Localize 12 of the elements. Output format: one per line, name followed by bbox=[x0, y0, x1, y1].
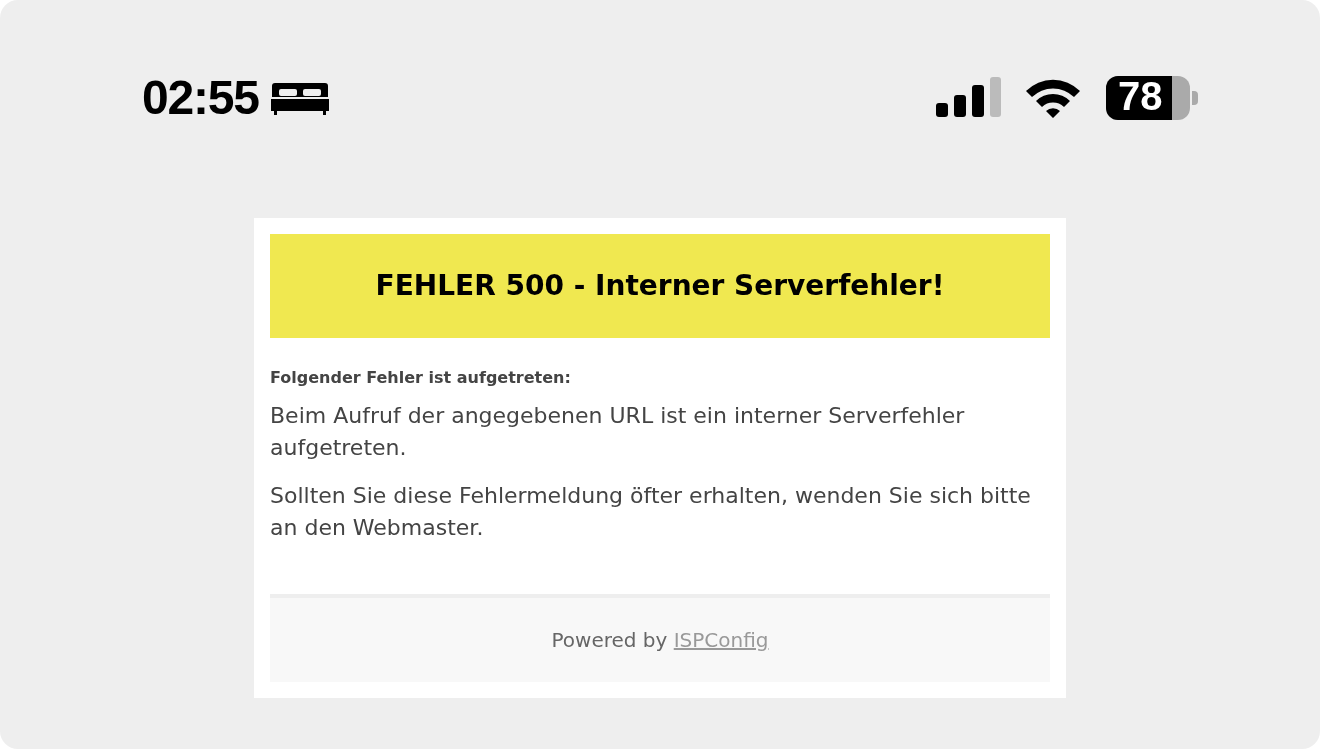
clock-time: 02:55 bbox=[142, 74, 259, 122]
error-message: Sollten Sie diese Fehlermeldung öfter erhalten, wenden Sie sich bitte an den Webmaster. bbox=[270, 482, 1032, 542]
battery-icon bbox=[1106, 76, 1198, 120]
wifi-icon bbox=[1024, 77, 1082, 119]
footer-text: Powered by ISPConfig bbox=[551, 627, 769, 654]
ispconfig-link[interactable]: ISPConfig bbox=[673, 628, 769, 652]
error-title: FEHLER 500 - Interner Serverfehler! bbox=[375, 268, 945, 304]
signal-icon bbox=[936, 77, 1002, 119]
error-message: Beim Aufruf der angegebenen URL ist ein interner Serverfehler aufgetreten. bbox=[270, 402, 966, 462]
battery-percentage: 78 bbox=[1118, 74, 1163, 118]
error-label: Folgender Fehler ist aufgetreten: bbox=[270, 367, 572, 389]
bed-icon bbox=[270, 81, 329, 115]
